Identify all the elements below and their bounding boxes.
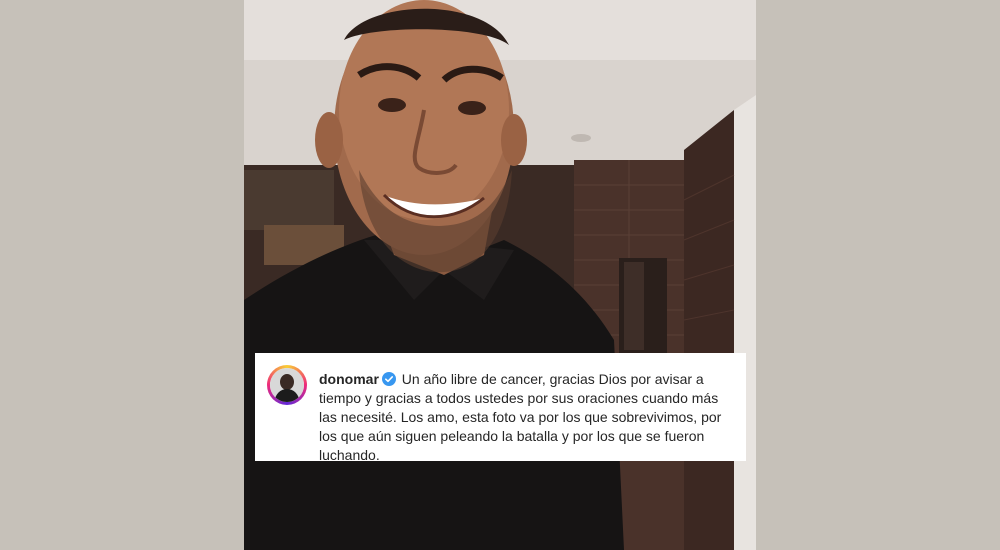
avatar-photo [270,368,304,402]
caption-text: donomar Un año libre de cancer, gracias … [319,370,734,465]
username-link[interactable]: donomar [319,371,379,387]
post-photo [244,0,756,550]
verified-badge-icon [381,372,396,386]
caption-body: Un año libre de cancer, gracias Dios por… [319,371,722,463]
profile-avatar[interactable] [270,368,304,402]
selfie-image [244,0,756,550]
avatar-story-ring[interactable] [267,365,307,405]
caption-card: donomar Un año libre de cancer, gracias … [255,353,746,463]
